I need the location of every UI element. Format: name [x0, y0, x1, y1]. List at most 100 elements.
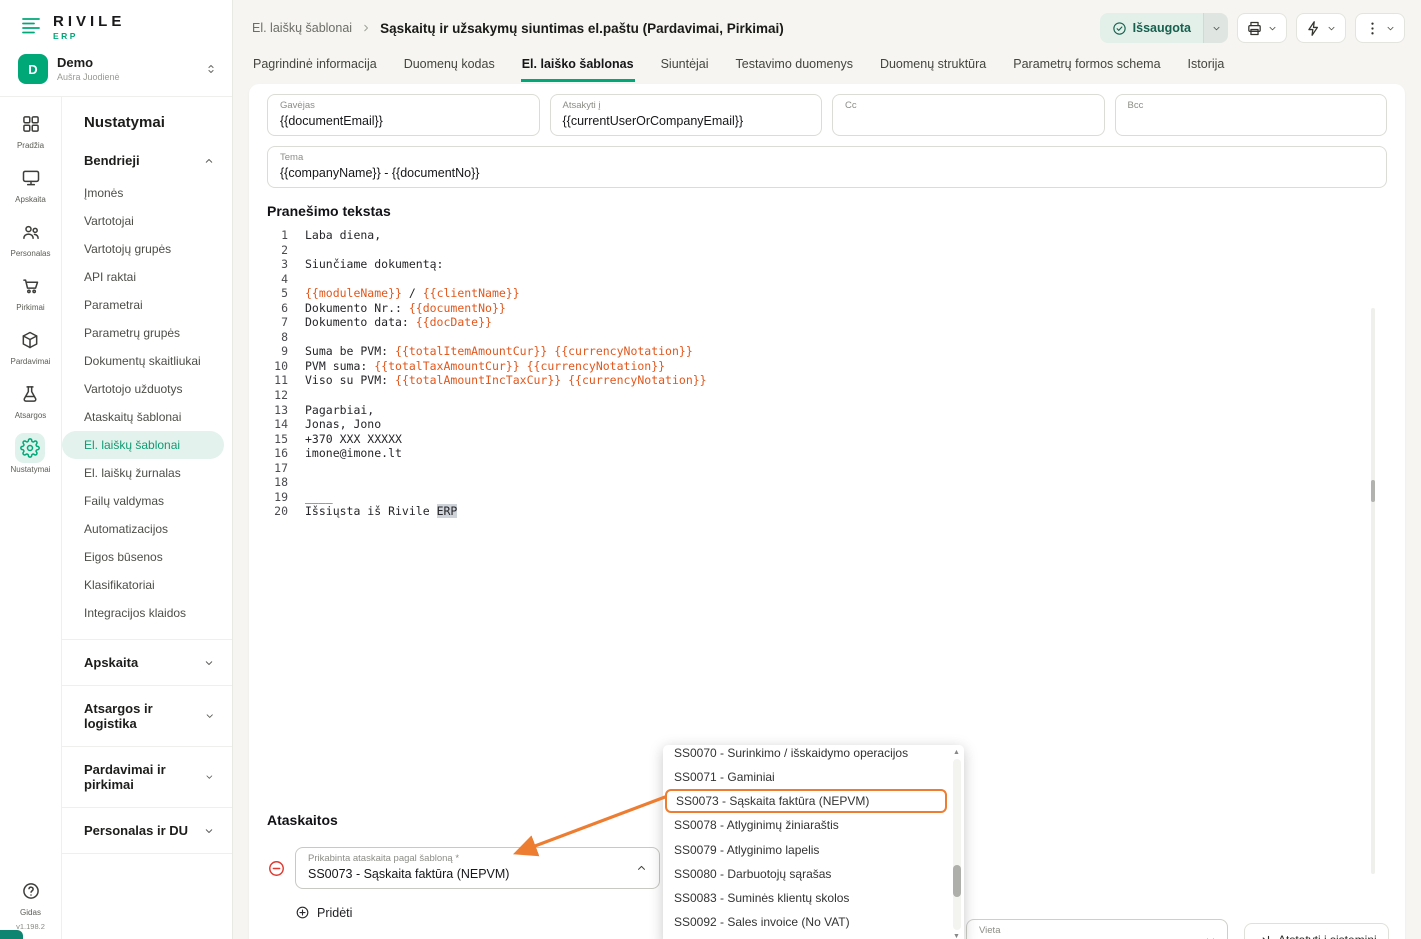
menu-section-header[interactable]: Bendrieji: [62, 144, 232, 177]
report-template-select[interactable]: Prikabinta ataskaita pagal šabloną * SS0…: [295, 847, 660, 889]
sidebar-item[interactable]: Dokumentų skaitliukai: [62, 347, 224, 375]
dropdown-option[interactable]: SS0078 - Atlyginimų žiniaraštis: [663, 813, 949, 837]
line-number: 5: [267, 286, 305, 301]
rail-item[interactable]: Pradžia: [16, 109, 46, 150]
line-content: Laba diena,: [305, 228, 381, 243]
report-select-value: SS0073 - Sąskaita faktūra (NEPVM): [308, 866, 625, 882]
line-number: 1: [267, 228, 305, 243]
tab[interactable]: Duomenų kodas: [403, 51, 496, 82]
dropdown-option[interactable]: SS0083 - Suminės klientų skolos: [663, 886, 949, 910]
tab[interactable]: Duomenų struktūra: [879, 51, 987, 82]
rail-item[interactable]: Pardavimai: [10, 325, 50, 366]
dropdown-option[interactable]: SS0080 - Darbuotojų sąrašas: [663, 862, 949, 886]
editor-line: 6Dokumento Nr.: {{documentNo}}: [267, 301, 1387, 316]
line-number: 10: [267, 359, 305, 374]
vieta-select[interactable]: Vieta: [966, 919, 1228, 939]
menu-section-header[interactable]: Apskaita: [62, 640, 232, 685]
rail-item[interactable]: Nustatymai: [10, 433, 50, 474]
print-button[interactable]: [1237, 13, 1287, 43]
sidebar-item[interactable]: Parametrai: [62, 291, 224, 319]
sidebar-item[interactable]: Vartotojų grupės: [62, 235, 224, 263]
bcc-field[interactable]: Bcc: [1115, 94, 1388, 136]
topbar-actions: Išsaugota: [1100, 13, 1405, 43]
sidebar-item[interactable]: API raktai: [62, 263, 224, 291]
line-content: PVM suma: {{totalTaxAmountCur}} {{curren…: [305, 359, 665, 374]
tab[interactable]: Pagrindinė informacija: [252, 51, 378, 82]
reset-icon: [1256, 933, 1271, 939]
page-title: Sąskaitų ir užsakymų siuntimas el.paštu …: [380, 21, 784, 36]
user-name: Demo: [57, 56, 120, 70]
account-switcher[interactable]: D Demo Aušra Juodienė: [18, 54, 218, 84]
dropdown-scroll-track[interactable]: [953, 759, 961, 930]
brand-logo[interactable]: RIVILE ERP: [18, 14, 218, 41]
saved-split-button[interactable]: Išsaugota: [1100, 13, 1228, 43]
cc-field[interactable]: Cc: [832, 94, 1105, 136]
hamburger-logo-icon: [18, 14, 44, 38]
dropdown-scrollbar[interactable]: ▲ ▼: [949, 745, 964, 939]
unfold-icon: [204, 61, 218, 77]
dropdown-option[interactable]: SS0092 - Sales invoice (No VAT): [663, 910, 949, 934]
sidebar-item[interactable]: El. laiškų šablonai: [62, 431, 224, 459]
more-menu-button[interactable]: [1355, 13, 1405, 43]
remove-report-button[interactable]: [267, 859, 286, 878]
gavejas-field[interactable]: Gavėjas {{documentEmail}}: [267, 94, 540, 136]
rail-item[interactable]: Pirkimai: [16, 271, 46, 312]
line-number: 9: [267, 344, 305, 359]
package-icon: [20, 330, 40, 350]
sidebar-item[interactable]: Klasifikatoriai: [62, 571, 224, 599]
scroll-down-arrow-icon[interactable]: ▼: [953, 932, 960, 939]
sidebar-item[interactable]: Ataskaitų šablonai: [62, 403, 224, 431]
rail-item-label: Pardavimai: [10, 357, 50, 366]
rail-item[interactable]: Personalas: [10, 217, 50, 258]
guide-button[interactable]: Gidas: [16, 876, 46, 917]
line-number: 11: [267, 373, 305, 388]
sidebar-item[interactable]: Parametrų grupės: [62, 319, 224, 347]
menu-section-header[interactable]: Personalas ir DU: [62, 808, 232, 853]
chevron-down-icon: [203, 657, 215, 669]
tema-field[interactable]: Tema {{companyName}} - {{documentNo}}: [267, 146, 1387, 188]
tab[interactable]: Siuntėjai: [660, 51, 710, 82]
rail-item[interactable]: Atsargos: [15, 379, 47, 420]
editor-scrollbar-thumb[interactable]: [1371, 480, 1375, 502]
tab[interactable]: Istorija: [1187, 51, 1226, 82]
editor-line: 9Suma be PVM: {{totalItemAmountCur}} {{c…: [267, 344, 1387, 359]
sidebar-item[interactable]: Įmonės: [62, 179, 224, 207]
dropdown-option[interactable]: SS0071 - Gaminiai: [663, 765, 949, 789]
automation-button[interactable]: [1296, 13, 1346, 43]
menu-section-header[interactable]: Pardavimai ir pirkimai: [62, 747, 232, 807]
sidebar-item[interactable]: Failų valdymas: [62, 487, 224, 515]
atsakyti-i-field[interactable]: Atsakyti į {{currentUserOrCompanyEmail}}: [550, 94, 823, 136]
sidebar-item[interactable]: Vartotojai: [62, 207, 224, 235]
tab[interactable]: Parametrų formos schema: [1012, 51, 1161, 82]
icon-rail: Pradžia Apskaita Personalas Pirkimai Pardavi…: [0, 97, 62, 939]
sidebar-item[interactable]: Automatizacijos: [62, 515, 224, 543]
tab[interactable]: El. laiško šablonas: [521, 51, 635, 82]
breadcrumb-parent[interactable]: El. laiškų šablonai: [252, 21, 352, 35]
people-icon: [21, 222, 41, 242]
sidebar-item[interactable]: El. laiškų žurnalas: [62, 459, 224, 487]
dropdown-option[interactable]: SS0070 - Surinkimo / išskaidymo operacij…: [663, 745, 949, 765]
scroll-up-arrow-icon[interactable]: ▲: [953, 748, 960, 757]
dropdown-scroll-thumb[interactable]: [953, 865, 961, 897]
rail-item-label: Nustatymai: [10, 465, 50, 474]
tab[interactable]: Testavimo duomenys: [735, 51, 854, 82]
menu-items: ĮmonėsVartotojaiVartotojų grupėsAPI rakt…: [62, 177, 232, 639]
rail-icon-box: [15, 379, 45, 409]
dropdown-option[interactable]: SS0079 - Atlyginimo lapelis: [663, 838, 949, 862]
dropdown-option-selected[interactable]: SS0073 - Sąskaita faktūra (NEPVM): [665, 789, 947, 813]
sidebar-item[interactable]: Vartotojo užduotys: [62, 375, 224, 403]
message-body-editor[interactable]: 1Laba diena,23Siunčiame dokumentą:45{{mo…: [267, 228, 1387, 806]
menu-section-header[interactable]: Atsargos ir logistika: [62, 686, 232, 746]
reset-to-system-button[interactable]: Atstatyti į sisteminį: [1244, 923, 1389, 939]
saved-caret-button[interactable]: [1203, 13, 1228, 43]
chevron-up-icon: [635, 862, 648, 875]
editor-scrollbar[interactable]: [1371, 308, 1375, 874]
chat-widget-corner[interactable]: [0, 930, 23, 939]
brand-name: RIVILE: [53, 14, 125, 30]
rail-icon-box: [16, 109, 46, 139]
flash-icon: [1305, 20, 1322, 37]
rail-item[interactable]: Apskaita: [15, 163, 46, 204]
sidebar-item[interactable]: Eigos būsenos: [62, 543, 224, 571]
sidebar-item[interactable]: Integracijos klaidos: [62, 599, 224, 627]
line-number: 17: [267, 461, 305, 476]
